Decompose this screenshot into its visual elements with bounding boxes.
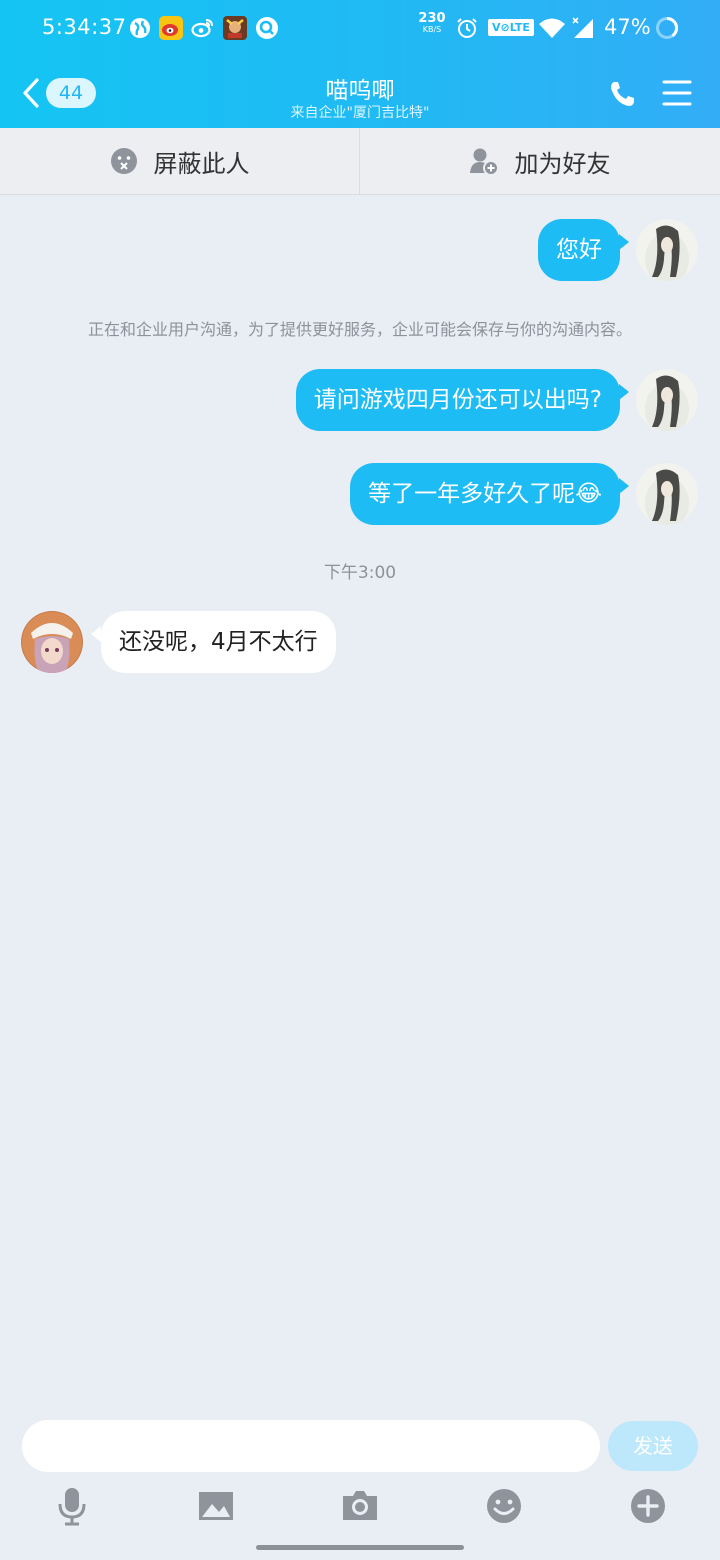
add-friend-icon xyxy=(469,148,499,176)
send-button[interactable]: 发送 xyxy=(608,1421,698,1471)
block-icon xyxy=(110,148,137,174)
add-friend-label: 加为好友 xyxy=(514,149,611,178)
game-app-icon xyxy=(223,16,247,40)
message-timestamp: 下午3:00 xyxy=(323,563,397,583)
my-avatar[interactable] xyxy=(636,369,698,431)
unread-count-badge: 44 xyxy=(46,78,96,108)
message-input[interactable] xyxy=(22,1420,600,1472)
globe-app-icon xyxy=(130,18,150,38)
weibo-icon xyxy=(191,19,213,38)
home-indicator[interactable] xyxy=(256,1545,464,1550)
bubble-tail xyxy=(619,478,629,494)
back-button[interactable]: 44 xyxy=(22,74,102,114)
message-bubble-outgoing[interactable]: 请问游戏四月份还可以出吗? xyxy=(295,369,620,431)
bubble-tail xyxy=(91,626,101,642)
cellular-signal-icon xyxy=(572,17,593,38)
my-avatar[interactable] xyxy=(636,219,698,281)
back-chevron-icon xyxy=(23,78,39,108)
bubble-tail xyxy=(619,384,629,400)
contact-avatar[interactable] xyxy=(21,611,83,673)
search-app-icon xyxy=(256,17,278,39)
status-time: 5:34:37 xyxy=(42,15,127,39)
avatar-image xyxy=(636,369,698,431)
camera-icon[interactable] xyxy=(340,1486,380,1526)
bubble-tail xyxy=(619,234,629,250)
plus-icon[interactable] xyxy=(628,1486,668,1526)
add-friend-button[interactable]: 加为好友 xyxy=(360,128,719,194)
image-icon[interactable] xyxy=(196,1486,236,1526)
block-user-label: 屏蔽此人 xyxy=(153,149,250,178)
message-bubble-outgoing[interactable]: 等了一年多好久了呢😂 xyxy=(350,463,620,525)
chat-header: 44 喵呜唧 来自企业"厦门吉比特" xyxy=(0,58,720,128)
chat-subtitle: 来自企业"厦门吉比特" xyxy=(290,105,430,121)
action-bar: 屏蔽此人 加为好友 xyxy=(0,128,720,195)
wifi-icon xyxy=(539,18,565,38)
alarm-icon xyxy=(457,18,477,38)
my-avatar[interactable] xyxy=(636,463,698,525)
phone-icon[interactable] xyxy=(606,78,638,110)
network-speed: 230 KB/S xyxy=(418,11,446,34)
microphone-icon[interactable] xyxy=(52,1486,92,1526)
top-bar: 5:34:37 230 KB/S V⊘LTE 47% 44 喵呜唧 来自企业"厦… xyxy=(0,0,720,128)
avatar-image xyxy=(21,611,83,673)
message-bubble-incoming[interactable]: 还没呢，4月不太行 xyxy=(101,611,336,673)
avatar-image xyxy=(636,463,698,525)
emoji-icon[interactable] xyxy=(484,1486,524,1526)
avatar-image xyxy=(636,219,698,281)
battery-percent: 47% xyxy=(604,15,651,39)
weibo-app-icon xyxy=(159,16,183,40)
enterprise-notice: 正在和企业用户沟通，为了提供更好服务，企业可能会保存与你的沟通内容。 xyxy=(87,320,632,339)
status-bar: 5:34:37 230 KB/S V⊘LTE 47% xyxy=(0,0,720,58)
volte-badge: V⊘LTE xyxy=(488,19,534,36)
battery-ring-icon xyxy=(656,16,679,39)
chat-title: 喵呜唧 xyxy=(325,78,395,104)
menu-icon[interactable] xyxy=(662,78,692,108)
message-bubble-outgoing[interactable]: 您好 xyxy=(538,219,620,281)
block-user-button[interactable]: 屏蔽此人 xyxy=(0,128,360,194)
